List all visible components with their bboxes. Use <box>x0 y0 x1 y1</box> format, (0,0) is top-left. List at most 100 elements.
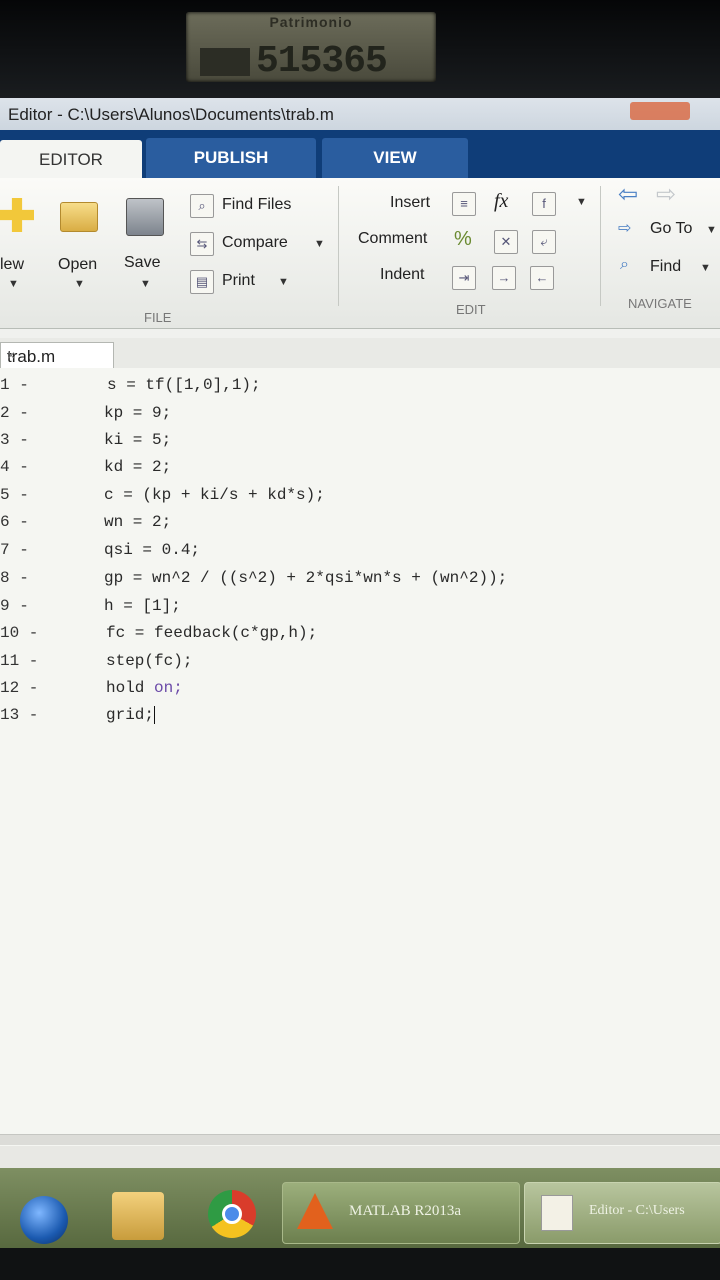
decrease-indent-icon[interactable]: ← <box>530 266 554 290</box>
fx-icon[interactable]: fx <box>494 190 508 213</box>
insert-label: Insert <box>390 194 431 211</box>
code-line[interactable]: kp = 9; <box>104 404 171 422</box>
smart-indent-icon[interactable]: ⇥ <box>452 266 476 290</box>
goto-icon[interactable]: ⇨ <box>618 218 631 238</box>
start-orb-icon[interactable] <box>20 1196 68 1244</box>
chevron-down-icon[interactable]: ▼ <box>576 196 587 208</box>
code-editor[interactable]: 1 - 2 - 3 - 4 - 5 - 6 - 7 - 8 - 9 - 10 -… <box>0 368 720 1158</box>
code-line[interactable]: h = [1]; <box>104 597 181 615</box>
open-button[interactable]: Open <box>58 256 97 274</box>
matlab-logo-icon <box>297 1193 333 1229</box>
code-line[interactable]: grid; <box>106 706 156 725</box>
insert-function-icon[interactable]: f <box>532 192 556 216</box>
line-number: 3 - <box>0 431 29 449</box>
navigate-group-label: NAVIGATE <box>628 296 692 311</box>
taskbar-editor-label: Editor - C:\Users <box>589 1203 685 1218</box>
text-cursor <box>154 706 156 724</box>
code-line[interactable]: kd = 2; <box>104 458 171 476</box>
chevron-down-icon[interactable]: ▼ <box>700 262 711 274</box>
new-icon[interactable] <box>0 198 34 232</box>
code-line[interactable]: fc = feedback(c*gp,h); <box>106 624 317 642</box>
toolstrip-ribbon: lew ▼ Open ▼ Save ▼ ⌕ Find Files ⇆ Compa… <box>0 178 720 329</box>
code-line[interactable]: wn = 2; <box>104 513 171 531</box>
line-number: 5 - <box>0 486 29 504</box>
barcode-icon <box>200 48 250 76</box>
ribbon-divider <box>338 186 339 306</box>
compare-button[interactable]: Compare <box>222 234 288 252</box>
line-number: 7 - <box>0 541 29 559</box>
new-button[interactable]: lew <box>0 256 24 274</box>
find-files-icon[interactable]: ⌕ <box>190 194 214 218</box>
taskbar-editor-button[interactable]: Editor - C:\Users <box>524 1182 720 1244</box>
tab-publish[interactable]: PUBLISH <box>146 138 316 178</box>
printer-icon[interactable]: ▤ <box>190 270 214 294</box>
forward-arrow-icon[interactable]: ⇨ <box>656 180 676 209</box>
chevron-down-icon[interactable]: ▼ <box>74 278 85 290</box>
insert-section-icon[interactable]: ≡ <box>452 192 476 216</box>
increase-indent-icon[interactable]: → <box>492 266 516 290</box>
code-line[interactable]: c = (kp + ki/s + kd*s); <box>104 486 325 504</box>
monitor-bezel-top: Patrimonio 515365 <box>0 0 720 100</box>
taskbar-matlab-label: MATLAB R2013a <box>349 1203 462 1219</box>
close-icon[interactable]: × <box>7 347 107 363</box>
find-files-button[interactable]: Find Files <box>222 196 291 214</box>
ribbon-divider <box>600 186 601 306</box>
indent-label: Indent <box>380 266 425 283</box>
editor-document-icon <box>541 1195 573 1231</box>
save-disk-icon[interactable] <box>126 198 164 236</box>
asset-tag-sticker: Patrimonio 515365 <box>186 12 436 83</box>
line-number: 8 - <box>0 569 29 587</box>
code-line[interactable]: qsi = 0.4; <box>104 541 200 559</box>
comment-label: Comment <box>358 230 428 247</box>
tab-editor[interactable]: EDITOR <box>0 140 142 180</box>
line-number: 9 - <box>0 597 29 615</box>
compare-icon[interactable]: ⇆ <box>190 232 214 256</box>
wrap-comments-icon[interactable]: ⤶ <box>532 230 556 254</box>
chevron-down-icon[interactable]: ▼ <box>140 278 151 290</box>
line-number: 4 - <box>0 458 29 476</box>
chevron-down-icon[interactable]: ▼ <box>8 278 19 290</box>
document-tab-trab[interactable]: trab.m × <box>0 342 114 371</box>
code-line[interactable]: gp = wn^2 / ((s^2) + 2*qsi*wn*s + (wn^2)… <box>104 569 507 587</box>
line-number: 10 - <box>0 624 39 642</box>
line-number: 11 - <box>0 652 39 670</box>
code-text: grid; <box>106 706 155 725</box>
chevron-down-icon[interactable]: ▼ <box>314 238 325 250</box>
tab-view[interactable]: VIEW <box>322 138 468 178</box>
window-title: Editor - C:\Users\Alunos\Documents\trab.… <box>8 105 334 124</box>
file-group-label: FILE <box>144 310 172 325</box>
chrome-icon[interactable] <box>208 1190 256 1238</box>
horizontal-scrollbar[interactable] <box>0 1134 720 1145</box>
line-number: 1 - <box>0 376 29 394</box>
document-tab-strip: trab.m × <box>0 338 720 371</box>
taskbar-matlab-button[interactable]: MATLAB R2013a <box>282 1182 520 1244</box>
line-number: 12 - <box>0 679 39 697</box>
find-button[interactable]: Find <box>650 258 681 276</box>
close-window-icon[interactable] <box>630 102 690 120</box>
back-arrow-icon[interactable]: ⇦ <box>618 180 638 209</box>
open-folder-icon[interactable] <box>60 202 98 232</box>
code-line[interactable]: step(fc); <box>106 652 192 670</box>
matlab-editor-window: Editor - C:\Users\Alunos\Documents\trab.… <box>0 98 720 1198</box>
edit-group-label: EDIT <box>456 302 486 317</box>
comment-percent-icon[interactable]: % <box>454 228 472 251</box>
status-bar <box>0 1146 720 1168</box>
title-bar: Editor - C:\Users\Alunos\Documents\trab.… <box>0 98 720 130</box>
save-button[interactable]: Save <box>124 254 160 272</box>
find-magnifier-icon[interactable]: ⌕ <box>620 256 629 274</box>
uncomment-icon[interactable]: ✕ <box>494 230 518 254</box>
toolstrip-tabs: EDITOR PUBLISH VIEW <box>0 130 720 180</box>
chevron-down-icon[interactable]: ▼ <box>706 224 717 236</box>
file-explorer-icon[interactable] <box>112 1192 164 1240</box>
chevron-down-icon[interactable]: ▼ <box>278 276 289 288</box>
goto-button[interactable]: Go To <box>650 220 692 238</box>
print-button[interactable]: Print <box>222 272 255 290</box>
asset-tag-number: 515365 <box>256 40 388 83</box>
line-number: 2 - <box>0 404 29 422</box>
keyword-on: on; <box>154 679 183 697</box>
code-line[interactable]: hold on; <box>106 679 183 697</box>
line-number: 13 - <box>0 706 39 724</box>
code-text: hold <box>106 679 155 697</box>
code-line[interactable]: s = tf([1,0],1); <box>107 376 261 394</box>
code-line[interactable]: ki = 5; <box>104 431 171 449</box>
